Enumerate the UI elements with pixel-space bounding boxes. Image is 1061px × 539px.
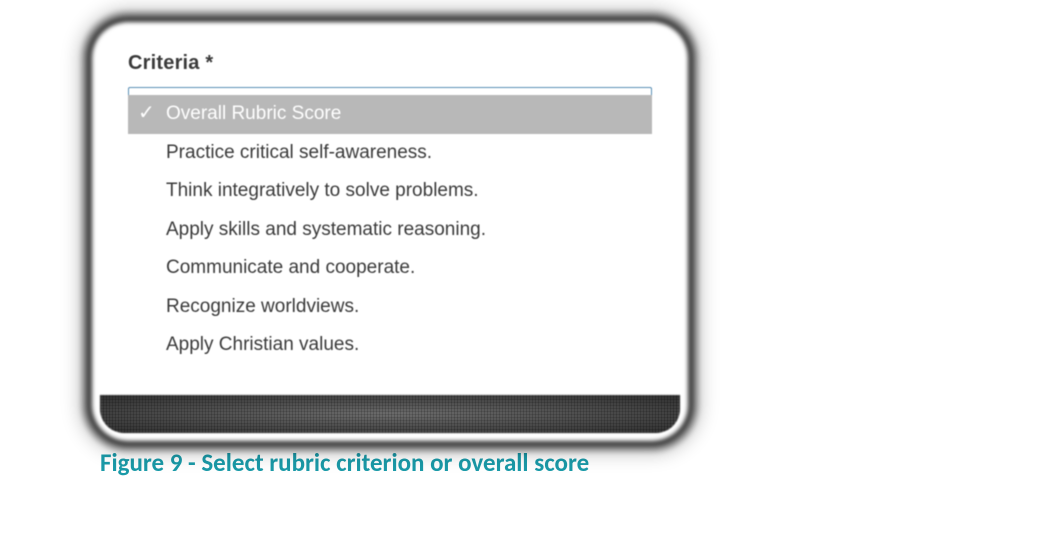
dropdown-option-label: Practice critical self-awareness.	[166, 139, 642, 168]
panel-bottom-texture	[100, 395, 680, 433]
dropdown-option-label: Think integratively to solve problems.	[166, 177, 642, 206]
dropdown-option-label: Overall Rubric Score	[166, 100, 642, 129]
dropdown-option[interactable]: Think integratively to solve problems.	[128, 172, 652, 211]
dropdown-option-label: Recognize worldviews.	[166, 293, 642, 322]
dropdown-option[interactable]: Apply skills and systematic reasoning.	[128, 211, 652, 250]
dropdown-option[interactable]: Practice critical self-awareness.	[128, 134, 652, 173]
dropdown-option-overall[interactable]: ✓ Overall Rubric Score	[128, 95, 652, 134]
dropdown-option-label: Apply skills and systematic reasoning.	[166, 216, 642, 245]
criteria-field-label: Criteria *	[128, 52, 652, 75]
form-panel: Criteria * ✓ Overall Rubric Score Practi…	[100, 30, 680, 395]
figure-container: Criteria * ✓ Overall Rubric Score Practi…	[100, 30, 680, 478]
dropdown-option[interactable]: Communicate and cooperate.	[128, 249, 652, 288]
screenshot-panel: Criteria * ✓ Overall Rubric Score Practi…	[100, 30, 680, 433]
dropdown-option-label: Communicate and cooperate.	[166, 254, 642, 283]
criteria-select[interactable]	[128, 87, 652, 95]
dropdown-option[interactable]: Recognize worldviews.	[128, 288, 652, 327]
dropdown-option[interactable]: Apply Christian values.	[128, 326, 652, 365]
figure-caption: Figure 9 - Select rubric criterion or ov…	[100, 447, 680, 478]
dropdown-option-label: Apply Christian values.	[166, 331, 642, 360]
criteria-dropdown: ✓ Overall Rubric Score Practice critical…	[128, 95, 652, 365]
check-icon: ✓	[138, 100, 166, 129]
